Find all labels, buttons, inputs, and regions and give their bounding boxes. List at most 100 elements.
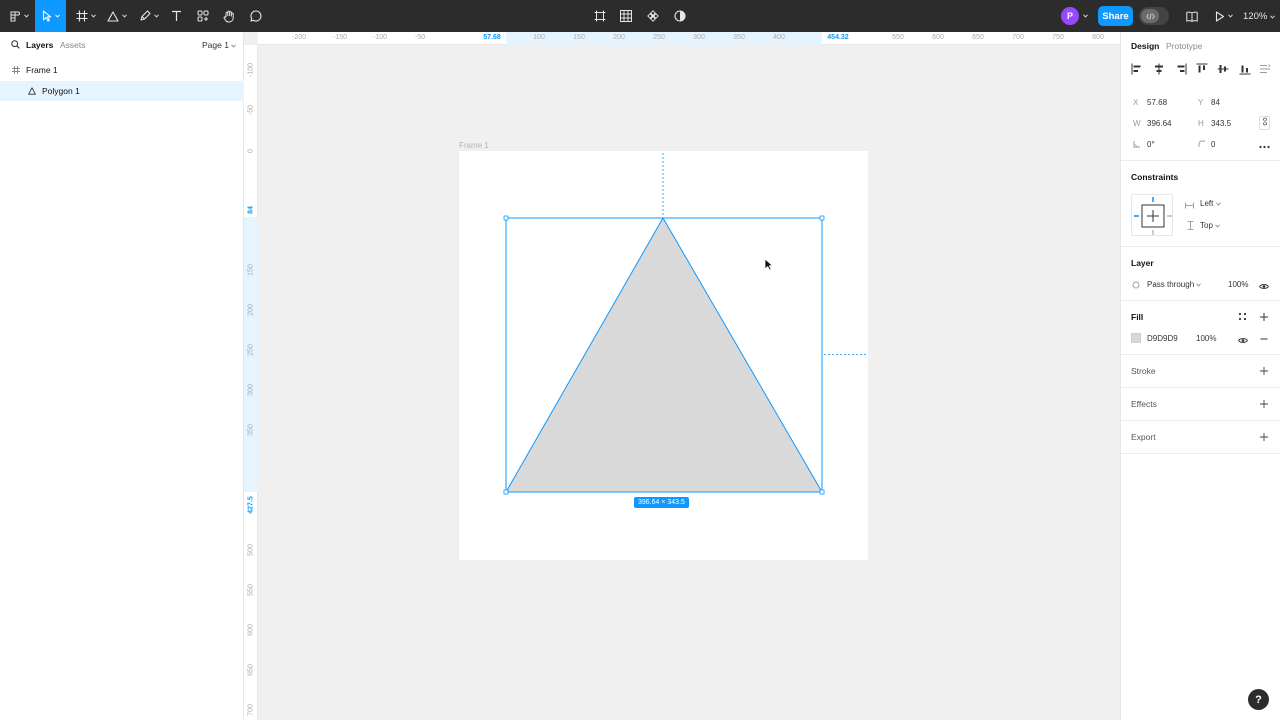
crop-icon [594, 10, 606, 22]
frame-tool-button[interactable] [73, 0, 99, 32]
resize-handle-bottom-right[interactable] [819, 489, 825, 495]
width-input[interactable]: 396.64 [1147, 119, 1171, 128]
constraints-title: Constraints [1131, 172, 1179, 182]
align-top-icon[interactable] [1196, 63, 1208, 75]
constrain-proportions-button[interactable] [1259, 116, 1270, 130]
blend-mode-select[interactable]: Pass through [1147, 280, 1202, 289]
ruler-tick: 0 [247, 149, 255, 153]
add-effect-plus-icon[interactable] [1259, 399, 1269, 409]
shape-tool-button[interactable] [104, 0, 130, 32]
remove-fill-minus-icon[interactable] [1259, 334, 1269, 347]
align-horizontal-center-icon[interactable] [1153, 63, 1165, 75]
effects-title: Effects [1131, 399, 1157, 409]
vertical-constraint-icon [1187, 221, 1194, 233]
ruler-tick: 700 [247, 704, 255, 716]
resize-handle-bottom-left[interactable] [503, 489, 509, 495]
horizontal-constraint-select[interactable]: Left [1200, 199, 1221, 208]
grid-icon [620, 10, 632, 22]
crop-tool-button[interactable] [590, 0, 610, 32]
component-button[interactable] [643, 0, 663, 32]
tab-design[interactable]: Design [1131, 41, 1159, 51]
distribute-icon[interactable] [1259, 63, 1271, 75]
fill-opacity-input[interactable]: 100% [1196, 334, 1216, 343]
ruler-tick: 250 [247, 344, 255, 356]
dev-mode-toggle[interactable] [1139, 7, 1169, 25]
avatar-menu-button[interactable] [1081, 0, 1089, 32]
layer-name: Polygon 1 [42, 86, 80, 96]
h-label: H [1198, 119, 1204, 128]
frame-icon [12, 66, 20, 74]
add-export-plus-icon[interactable] [1259, 432, 1269, 442]
align-right-icon[interactable] [1175, 63, 1187, 75]
tab-assets[interactable]: Assets [60, 40, 86, 50]
height-input[interactable]: 343.5 [1211, 119, 1231, 128]
tab-layers[interactable]: Layers [26, 40, 53, 50]
layer-title: Layer [1131, 258, 1154, 268]
resize-handle-top-right[interactable] [819, 215, 825, 221]
library-button[interactable] [1182, 0, 1202, 32]
polygon-1[interactable] [505, 217, 823, 493]
align-left-icon[interactable] [1131, 63, 1143, 75]
fill-color-swatch[interactable] [1131, 333, 1141, 343]
horizontal-constraint-value: Left [1200, 199, 1214, 208]
resize-handle-top-left[interactable] [503, 215, 509, 221]
pen-tool-button[interactable] [136, 0, 162, 32]
x-input[interactable]: 57.68 [1147, 98, 1167, 107]
corner-radius-input[interactable]: 0 [1211, 140, 1215, 149]
fill-hex-input[interactable]: D9D9D9 [1147, 334, 1178, 343]
zoom-dropdown[interactable]: 120% [1243, 0, 1276, 32]
rotation-input[interactable]: 0° [1147, 140, 1155, 149]
chevron-down-icon [54, 14, 60, 18]
align-vertical-center-icon[interactable] [1217, 63, 1229, 75]
text-tool-button[interactable] [166, 0, 186, 32]
link-icon [1262, 117, 1268, 129]
styles-grid-icon[interactable] [1238, 312, 1247, 324]
rotation-icon [1133, 140, 1141, 150]
more-options-icon[interactable] [1259, 140, 1270, 152]
mask-button[interactable] [670, 0, 690, 32]
search-icon[interactable] [11, 40, 20, 52]
divider [1121, 354, 1280, 355]
mouse-cursor-icon [764, 258, 774, 274]
page-selector[interactable]: Page 1 [202, 40, 237, 50]
triangle-icon [107, 10, 119, 22]
dimension-badge: 396.64 × 343.5 [634, 497, 689, 508]
add-fill-plus-icon[interactable] [1259, 312, 1269, 322]
chevron-down-icon [154, 14, 159, 18]
layer-opacity-input[interactable]: 100% [1228, 280, 1248, 289]
comment-tool-button[interactable] [246, 0, 266, 32]
ruler-tick: 150 [573, 34, 585, 41]
pen-icon [139, 10, 151, 22]
share-button[interactable]: Share [1098, 6, 1133, 26]
y-input[interactable]: 84 [1211, 98, 1220, 107]
ruler-tick: -100 [372, 34, 388, 41]
main-menu-button[interactable] [6, 0, 32, 32]
canvas[interactable]: Frame 1 396.64 × 343.5 [258, 45, 1120, 720]
present-button[interactable] [1212, 0, 1236, 32]
eye-icon[interactable] [1238, 335, 1248, 347]
tab-prototype[interactable]: Prototype [1166, 41, 1202, 51]
layer-row-polygon-1[interactable]: Polygon 1 [0, 81, 244, 101]
vertical-constraint-select[interactable]: Top [1200, 221, 1220, 230]
hand-tool-button[interactable] [219, 0, 239, 32]
align-bottom-icon[interactable] [1239, 63, 1251, 75]
left-panel-tabs: Layers Assets Page 1 [0, 32, 244, 59]
toolbar: P Share 120% [0, 0, 1280, 32]
ruler-tick: 350 [733, 34, 745, 41]
ruler-tick-selection-start: 57.68 [483, 34, 501, 41]
resources-button[interactable] [193, 0, 213, 32]
ruler-horizontal: -200 -150 -100 -50 57.68 100 150 200 250… [258, 32, 1120, 45]
code-icon [1141, 9, 1159, 23]
help-button[interactable]: ? [1248, 689, 1269, 710]
move-tool-button[interactable] [35, 0, 66, 32]
ruler-tick: 700 [1012, 34, 1024, 41]
frame-icon [76, 10, 88, 22]
blend-mode-value: Pass through [1147, 280, 1195, 289]
divider [1121, 453, 1280, 454]
layout-grid-button[interactable] [616, 0, 636, 32]
avatar[interactable]: P [1061, 7, 1079, 25]
constraints-widget[interactable] [1131, 194, 1173, 236]
layer-row-frame-1[interactable]: Frame 1 [0, 60, 244, 80]
eye-icon[interactable] [1259, 281, 1269, 293]
add-stroke-plus-icon[interactable] [1259, 366, 1269, 376]
